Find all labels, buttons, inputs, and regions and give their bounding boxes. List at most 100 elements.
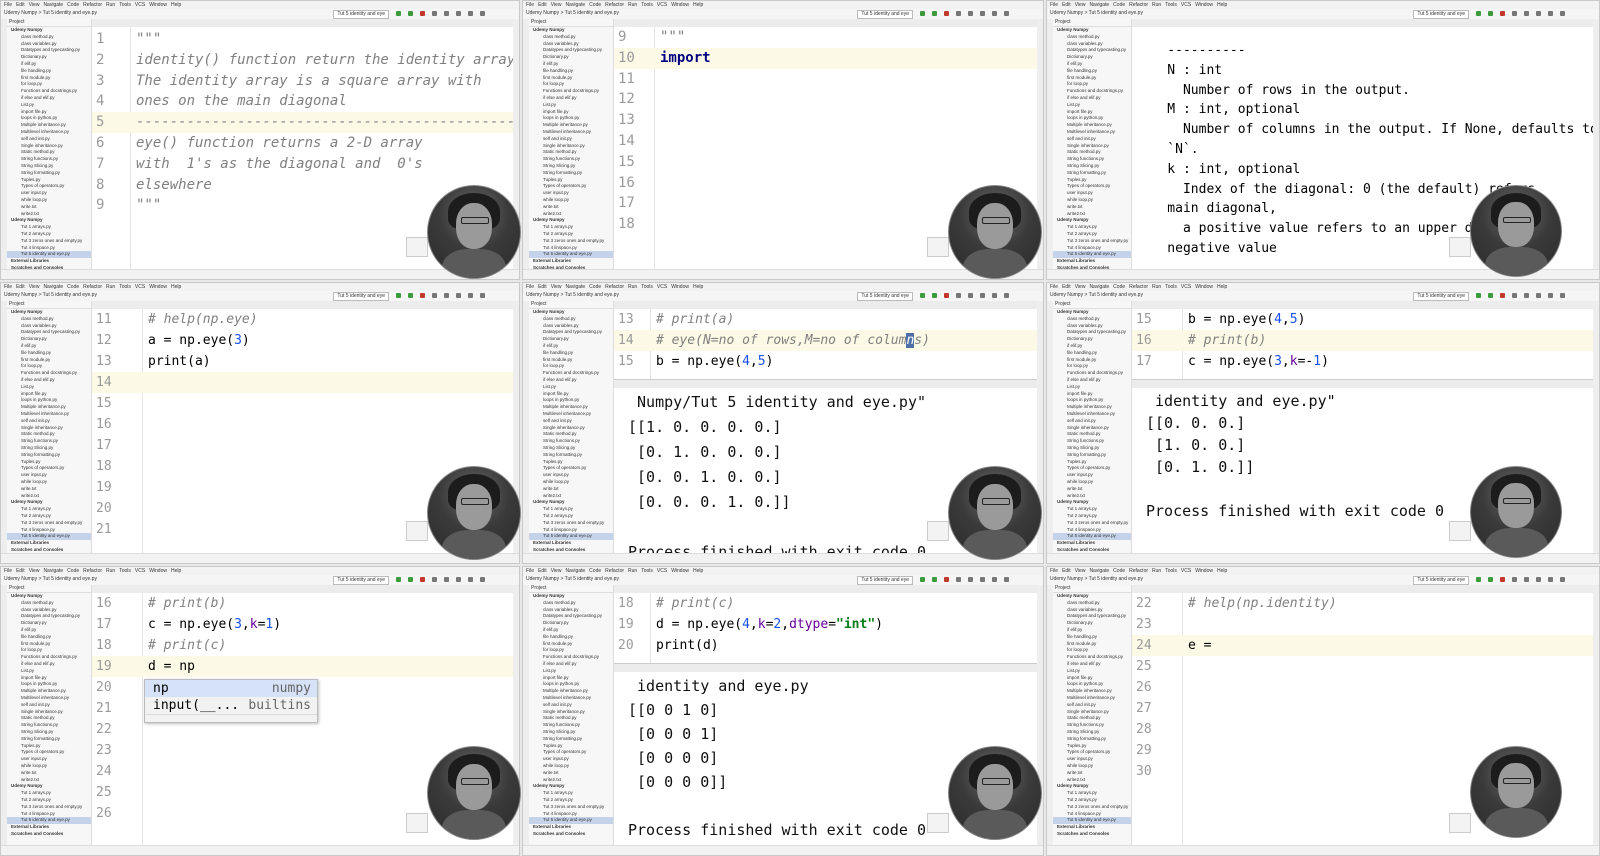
tree-file[interactable]: Tut 5 identity and eye.py	[529, 817, 613, 825]
code-line[interactable]: 16	[92, 414, 513, 435]
tree-file[interactable]: String Slicing.py	[529, 729, 613, 736]
tree-file[interactable]: first module.py	[1053, 641, 1131, 648]
menu-vcs[interactable]: VCS	[135, 1, 145, 9]
menu-view[interactable]: View	[551, 1, 562, 9]
menu-tools[interactable]: Tools	[641, 283, 653, 291]
code-line[interactable]: 12	[614, 89, 1037, 110]
tree-file[interactable]: if else and elif.py	[1053, 377, 1131, 384]
tree-file[interactable]: loops in python.py	[1053, 115, 1131, 122]
tree-file[interactable]: Multilevel inheritance.py	[1053, 411, 1131, 418]
tree-file[interactable]: Static method.py	[7, 431, 91, 438]
code-line[interactable]: 10 import	[614, 47, 1037, 69]
run-config-select[interactable]: Tut 5 identity and eye	[333, 292, 389, 301]
tree-file[interactable]: user input.py	[529, 756, 613, 763]
tree-file[interactable]: Tut 1 arrays.py	[1053, 224, 1131, 231]
tree-file[interactable]: for loop.py	[7, 81, 91, 88]
notification-balloon[interactable]	[927, 813, 949, 833]
tree-file[interactable]: Types of operators.py	[1053, 465, 1131, 472]
code-line[interactable]: 11 # help(np.eye)	[92, 309, 513, 330]
tree-file[interactable]: Datatypes and typecasting.py	[529, 329, 613, 336]
tree-file[interactable]: List.py	[7, 102, 91, 109]
tree-file[interactable]: self and init.py	[529, 418, 613, 425]
tree-file[interactable]: Tut 4 linspace.py	[7, 245, 91, 252]
vcs-icon[interactable]	[468, 11, 473, 16]
tree-file[interactable]: Multilevel inheritance.py	[529, 695, 613, 702]
debug-icon[interactable]	[1488, 11, 1493, 16]
tree-file[interactable]: Tut 2 arrays.py	[7, 797, 91, 804]
tree-file[interactable]: import file.py	[529, 391, 613, 398]
tree-file[interactable]: Multiple inheritance.py	[529, 404, 613, 411]
menu-view[interactable]: View	[551, 567, 562, 575]
menu-help[interactable]: Help	[171, 567, 181, 575]
menu-refactor[interactable]: Refactor	[1129, 567, 1148, 575]
menu-vcs[interactable]: VCS	[657, 567, 667, 575]
code-line[interactable]: 23	[1132, 614, 1593, 635]
menu-refactor[interactable]: Refactor	[605, 567, 624, 575]
code-line[interactable]: 6 eye() function returns a 2-D array	[92, 133, 513, 154]
tree-file[interactable]: self and init.py	[1053, 418, 1131, 425]
tree-file[interactable]: String formatting.py	[529, 452, 613, 459]
tree-file[interactable]: file handling.py	[1053, 350, 1131, 357]
menu-window[interactable]: Window	[1195, 1, 1213, 9]
menu-tools[interactable]: Tools	[119, 567, 131, 575]
code-line[interactable]: 25	[1132, 656, 1593, 677]
stop-icon[interactable]	[944, 293, 949, 298]
tree-file[interactable]: file handling.py	[529, 350, 613, 357]
vcs-icon[interactable]	[992, 11, 997, 16]
menu-vcs[interactable]: VCS	[135, 283, 145, 291]
tree-file[interactable]: write.txt	[1053, 770, 1131, 777]
tree-file[interactable]: write.txt	[1053, 486, 1131, 493]
tree-file[interactable]: Tut 5 identity and eye.py	[1053, 533, 1131, 541]
tree-file[interactable]: Single inheritance.py	[529, 709, 613, 716]
tree-file[interactable]: List.py	[529, 102, 613, 109]
code-line[interactable]: 12 a = np.eye(3)	[92, 330, 513, 351]
code-line[interactable]: 14 # eye(N=no of rows,M=no of columns)	[614, 330, 1037, 351]
menu-window[interactable]: Window	[1195, 283, 1213, 291]
tree-file[interactable]: String functions.py	[529, 722, 613, 729]
tree-file[interactable]: String functions.py	[529, 156, 613, 163]
tree-file[interactable]: loops in python.py	[529, 681, 613, 688]
menu-tools[interactable]: Tools	[1165, 1, 1177, 9]
tree-root-folder[interactable]: Udemy Numpy	[1053, 309, 1131, 316]
menu-edit[interactable]: Edit	[16, 283, 25, 291]
tree-file[interactable]: for loop.py	[1053, 363, 1131, 370]
tree-file[interactable]: write2.txt	[7, 493, 91, 500]
settings-icon[interactable]	[1536, 293, 1541, 298]
tree-file[interactable]: Functions and docstrings.py	[1053, 370, 1131, 377]
tree-file[interactable]: while loop.py	[7, 479, 91, 486]
tree-file[interactable]: while loop.py	[529, 763, 613, 770]
debug-icon[interactable]	[1488, 577, 1493, 582]
vcs-icon[interactable]	[992, 293, 997, 298]
tree-file[interactable]: String Slicing.py	[7, 729, 91, 736]
tree-extra[interactable]: External Libraries	[529, 258, 613, 265]
menu-run[interactable]: Run	[106, 567, 115, 575]
tree-file[interactable]: class method.py	[1053, 316, 1131, 323]
vcs-icon[interactable]	[468, 577, 473, 582]
tree-extra[interactable]: External Libraries	[7, 540, 91, 547]
menu-tools[interactable]: Tools	[641, 1, 653, 9]
tree-file[interactable]: write2.txt	[1053, 777, 1131, 784]
run-icon[interactable]	[396, 11, 401, 16]
tree-file[interactable]: class variables.py	[1053, 323, 1131, 330]
code-line[interactable]: 27	[1132, 698, 1593, 719]
tree-file[interactable]: for loop.py	[529, 81, 613, 88]
menu-run[interactable]: Run	[628, 1, 637, 9]
tree-file[interactable]: file handling.py	[7, 634, 91, 641]
tree-file[interactable]: Tuples.py	[1053, 459, 1131, 466]
tree-file[interactable]: Tuples.py	[529, 743, 613, 750]
menu-file[interactable]: File	[4, 1, 12, 9]
tree-file[interactable]: Single inheritance.py	[7, 709, 91, 716]
tree-file[interactable]: import file.py	[7, 109, 91, 116]
tree-extra[interactable]: External Libraries	[1053, 258, 1131, 265]
tree-file[interactable]: first module.py	[529, 357, 613, 364]
tree-file[interactable]: loops in python.py	[7, 397, 91, 404]
tree-file[interactable]: write2.txt	[529, 493, 613, 500]
tree-file[interactable]: import file.py	[1053, 391, 1131, 398]
tree-file[interactable]: Datatypes and typecasting.py	[7, 47, 91, 54]
debug-icon[interactable]	[408, 293, 413, 298]
tree-file[interactable]: Functions and docstrings.py	[529, 370, 613, 377]
tree-file[interactable]: Tut 1 arrays.py	[7, 224, 91, 231]
history-icon[interactable]	[480, 577, 485, 582]
tree-file[interactable]: String formatting.py	[1053, 736, 1131, 743]
debug-icon[interactable]	[408, 577, 413, 582]
